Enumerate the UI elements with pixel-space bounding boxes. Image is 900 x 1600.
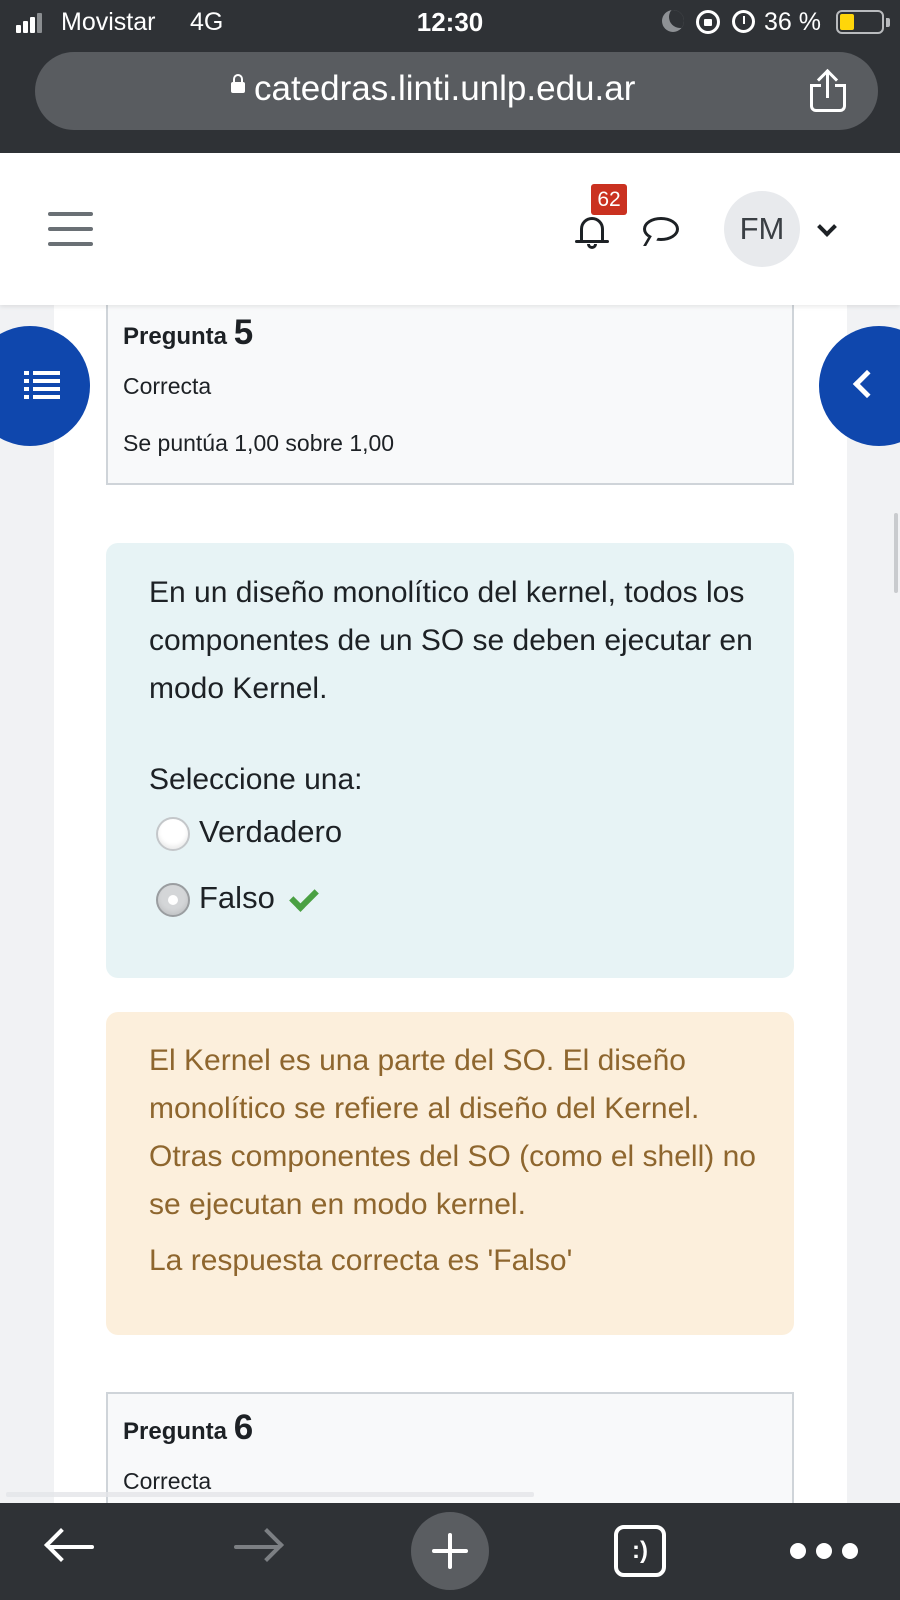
chat-icon[interactable] (643, 217, 679, 246)
menu-icon[interactable] (48, 212, 93, 246)
web-page: 62 FM Pregunta 5 Correcta Se puntúa 1,00… (0, 153, 900, 1503)
question-number: 5 (233, 313, 254, 352)
question-grade: Se puntúa 1,00 sobre 1,00 (123, 430, 395, 456)
battery-icon (836, 10, 884, 34)
question-text: En un diseño monolítico del kernel, todo… (149, 576, 753, 705)
moon-icon (662, 10, 684, 32)
radio-falso[interactable] (156, 883, 190, 917)
option-label: Verdadero (199, 814, 343, 849)
question-state: Correcta (123, 1468, 212, 1494)
alarm-icon (732, 10, 755, 33)
scrollbar[interactable] (894, 513, 898, 593)
notification-badge: 62 (591, 184, 627, 215)
question-info-6: Pregunta 6 Correcta (106, 1392, 794, 1503)
forward-arrow-icon[interactable] (234, 1545, 280, 1549)
lock-icon (231, 74, 245, 93)
correct-answer-text: La respuesta correcta es 'Falso' (149, 1244, 573, 1277)
question-label: Pregunta (123, 1418, 228, 1445)
more-icon[interactable] (790, 1543, 870, 1559)
list-icon (24, 371, 60, 401)
feedback-box: El Kernel es una parte del SO. El diseño… (106, 1012, 794, 1335)
browser-toolbar: :) (0, 1503, 900, 1600)
chevron-left-icon (852, 369, 882, 399)
rotation-lock-icon (696, 10, 720, 34)
radio-verdadero[interactable] (156, 817, 190, 851)
tabs-icon[interactable]: :) (614, 1525, 666, 1577)
question-state: Correcta (123, 373, 212, 399)
status-bar: Movistar 4G 12:30 36 % (0, 0, 900, 44)
question-number: 6 (233, 1408, 254, 1447)
check-icon (288, 886, 318, 908)
answer-prompt: Seleccione una: (149, 763, 363, 796)
question-info-5: Pregunta 5 Correcta Se puntúa 1,00 sobre… (106, 303, 794, 485)
question-label: Pregunta (123, 323, 228, 350)
option-label: Falso (199, 880, 275, 915)
question-formulation: En un diseño monolítico del kernel, todo… (106, 543, 794, 978)
url-text[interactable]: catedras.linti.unlp.edu.ar (254, 69, 635, 109)
plus-icon[interactable] (411, 1512, 489, 1590)
question-title: Pregunta 5 (123, 313, 253, 353)
question-title: Pregunta 6 (123, 1408, 253, 1448)
feedback-text: El Kernel es una parte del SO. El diseño… (149, 1044, 756, 1221)
site-navbar: 62 FM (0, 153, 900, 305)
avatar[interactable]: FM (724, 191, 800, 267)
battery-percent: 36 % (764, 8, 821, 36)
status-icons: 36 % (660, 8, 900, 36)
back-arrow-icon[interactable] (48, 1545, 94, 1549)
share-icon[interactable] (810, 68, 846, 112)
bell-icon[interactable] (574, 213, 610, 251)
page-load-progress (6, 1492, 534, 1497)
chevron-down-icon[interactable] (817, 217, 837, 237)
